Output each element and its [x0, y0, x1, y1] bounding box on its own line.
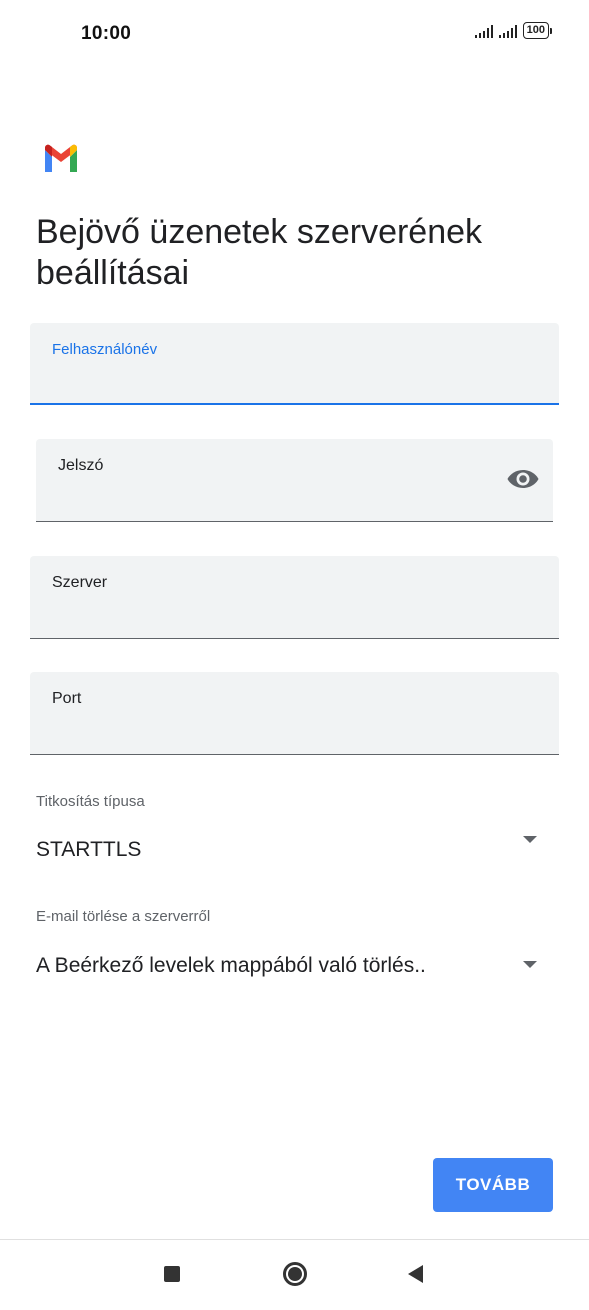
password-field[interactable]: Jelszó	[36, 439, 553, 522]
delete-email-label: E-mail törlése a szerverről	[36, 908, 211, 925]
chevron-down-icon	[523, 836, 537, 843]
recents-button[interactable]	[150, 1252, 194, 1296]
next-button[interactable]: TOVÁBB	[433, 1158, 553, 1212]
password-label: Jelszó	[58, 457, 104, 474]
status-bar: 10:00 100	[0, 0, 589, 70]
page-title: Bejövő üzenetek szerverének beállításai	[36, 213, 483, 292]
username-field[interactable]: Felhasználónév	[30, 323, 559, 405]
encryption-value: STARTTLS	[36, 838, 142, 861]
status-icons: 100	[474, 22, 552, 39]
chevron-down-icon	[523, 961, 537, 968]
server-field[interactable]: Szerver	[30, 556, 559, 639]
eye-icon[interactable]	[507, 467, 539, 491]
signal-icon	[474, 24, 493, 38]
port-field[interactable]: Port	[30, 672, 559, 755]
password-input[interactable]	[58, 487, 493, 511]
port-label: Port	[52, 690, 82, 707]
port-input[interactable]	[52, 720, 499, 744]
battery-level: 100	[522, 22, 549, 39]
home-icon	[283, 1262, 307, 1286]
server-input[interactable]	[52, 604, 499, 628]
back-button[interactable]	[393, 1252, 437, 1296]
navigation-bar	[0, 1239, 589, 1310]
back-icon	[407, 1265, 423, 1283]
username-input[interactable]	[52, 369, 499, 393]
username-label: Felhasználónév	[52, 341, 158, 358]
signal-icon	[498, 24, 517, 38]
home-button[interactable]	[273, 1252, 317, 1296]
delete-email-value: A Beérkező levelek mappából való törlés.…	[36, 954, 426, 977]
encryption-label: Titkosítás típusa	[36, 793, 145, 810]
server-label: Szerver	[52, 574, 108, 591]
recents-icon	[164, 1266, 180, 1282]
battery-icon: 100	[522, 22, 552, 39]
encryption-dropdown[interactable]: STARTTLS	[30, 824, 559, 876]
gmail-logo-icon	[45, 144, 77, 172]
status-time: 10:00	[81, 23, 132, 44]
delete-email-dropdown[interactable]: A Beérkező levelek mappából való törlés.…	[30, 940, 559, 992]
